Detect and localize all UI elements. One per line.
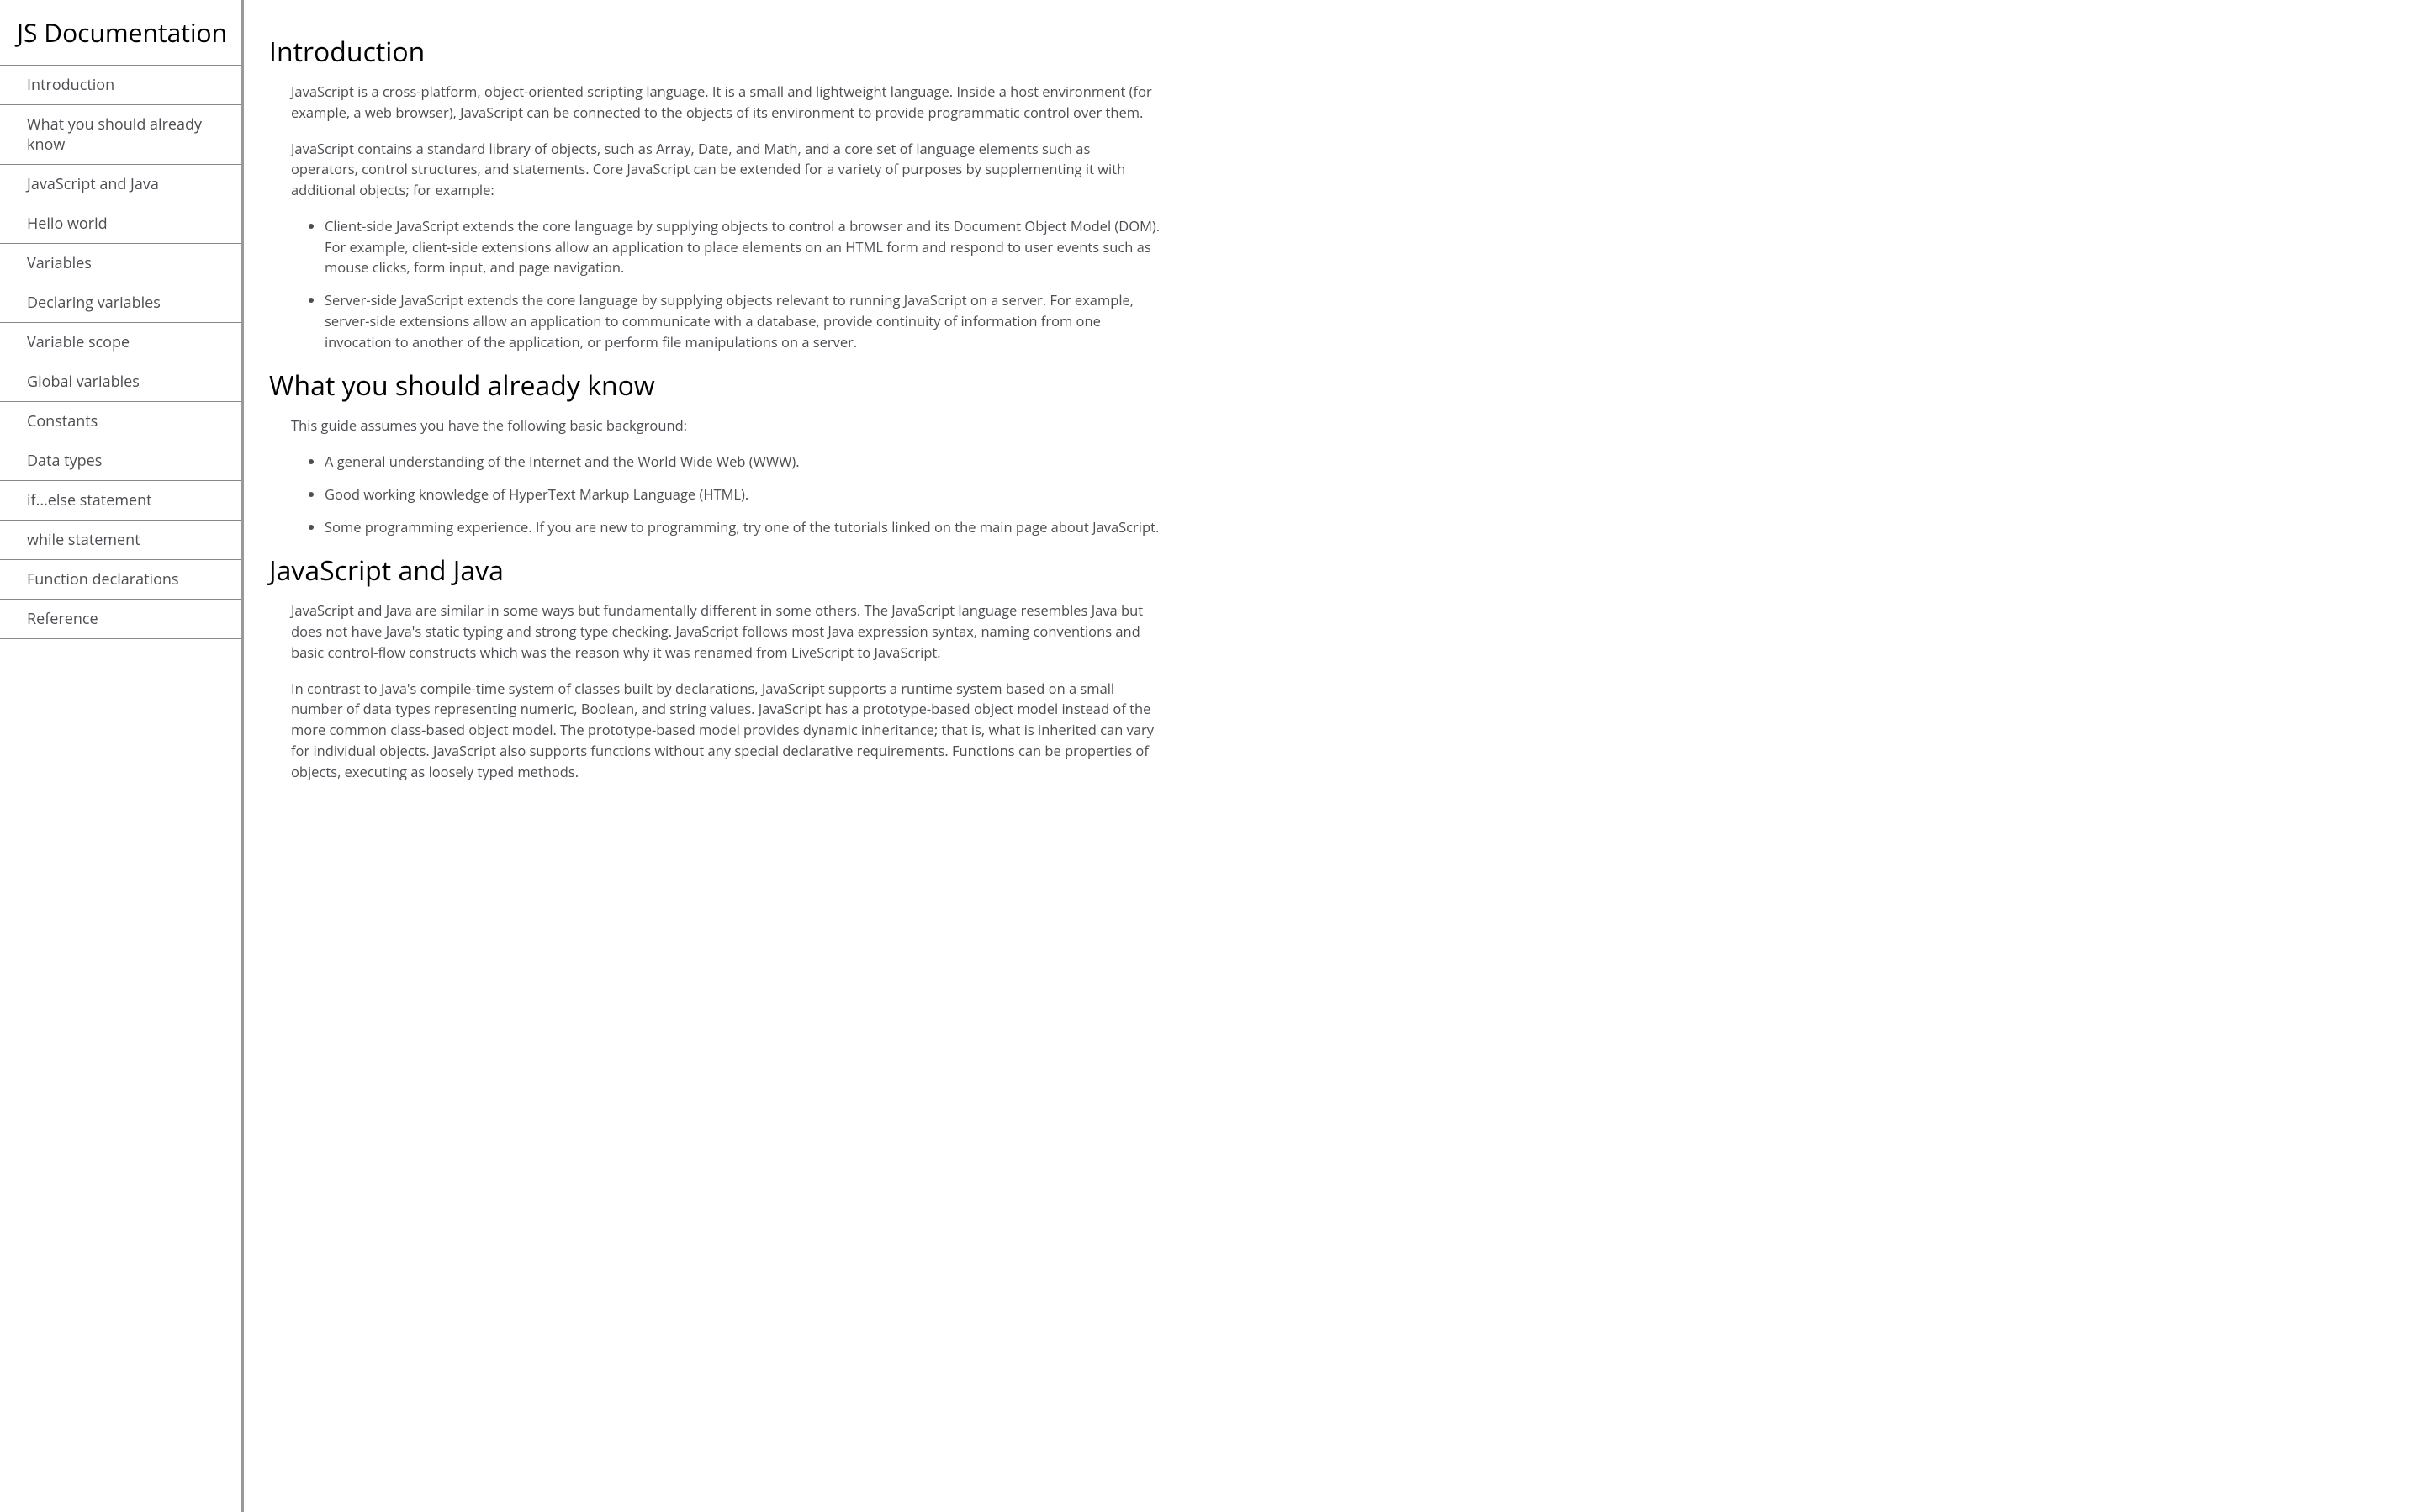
bullet-list: A general understanding of the Internet …: [325, 452, 1161, 537]
nav-link[interactable]: Function declarations: [27, 569, 179, 589]
nav-link[interactable]: What you should already know: [27, 114, 202, 155]
section-javascript-and-java: JavaScript and Java JavaScript and Java …: [269, 552, 1161, 782]
sidebar-item-what-you-should-know[interactable]: What you should already know: [0, 104, 241, 164]
section-what-you-should-know: What you should already know This guide …: [269, 367, 1161, 537]
section-introduction: Introduction JavaScript is a cross-platf…: [269, 34, 1161, 352]
nav-link[interactable]: Global variables: [27, 372, 140, 392]
nav-link[interactable]: Declaring variables: [27, 293, 161, 313]
paragraph: In contrast to Java's compile-time syste…: [291, 679, 1161, 783]
bullet-list: Client-side JavaScript extends the core …: [325, 216, 1161, 353]
list-item: Server-side JavaScript extends the core …: [325, 290, 1161, 352]
sidebar-item-while[interactable]: while statement: [0, 520, 241, 559]
nav-link[interactable]: Variables: [27, 253, 92, 273]
list-item: A general understanding of the Internet …: [325, 452, 1161, 473]
paragraph: JavaScript is a cross-platform, object-o…: [291, 82, 1161, 124]
sidebar-item-hello-world[interactable]: Hello world: [0, 204, 241, 243]
sidebar-item-function-declarations[interactable]: Function declarations: [0, 559, 241, 599]
nav-link[interactable]: JavaScript and Java: [27, 174, 159, 194]
sidebar-item-if-else[interactable]: if...else statement: [0, 480, 241, 520]
nav-link[interactable]: Reference: [27, 609, 98, 629]
section-title: What you should already know: [269, 367, 1161, 404]
nav-link[interactable]: Variable scope: [27, 332, 130, 352]
sidebar-list: Introduction What you should already kno…: [0, 65, 241, 639]
nav-link[interactable]: Constants: [27, 411, 98, 431]
sidebar-item-introduction[interactable]: Introduction: [0, 65, 241, 104]
nav-link[interactable]: Introduction: [27, 75, 114, 95]
sidebar-item-global-variables[interactable]: Global variables: [0, 362, 241, 401]
nav-link[interactable]: Hello world: [27, 214, 108, 234]
nav-link[interactable]: Data types: [27, 451, 102, 471]
sidebar-nav: JS Documentation Introduction What you s…: [0, 0, 244, 1512]
section-title: Introduction: [269, 34, 1161, 70]
sidebar-item-declaring-variables[interactable]: Declaring variables: [0, 283, 241, 322]
list-item: Client-side JavaScript extends the core …: [325, 216, 1161, 278]
paragraph: JavaScript and Java are similar in some …: [291, 600, 1161, 663]
list-item: Some programming experience. If you are …: [325, 517, 1161, 538]
sidebar-item-data-types[interactable]: Data types: [0, 441, 241, 480]
section-title: JavaScript and Java: [269, 552, 1161, 589]
sidebar-item-variables[interactable]: Variables: [0, 243, 241, 283]
sidebar-title: JS Documentation: [0, 0, 241, 65]
paragraph: JavaScript contains a standard library o…: [291, 139, 1161, 201]
nav-link[interactable]: if...else statement: [27, 490, 152, 510]
paragraph: This guide assumes you have the followin…: [291, 415, 1161, 436]
sidebar-item-variable-scope[interactable]: Variable scope: [0, 322, 241, 362]
main-content: Introduction JavaScript is a cross-platf…: [261, 0, 1186, 1512]
sidebar-item-constants[interactable]: Constants: [0, 401, 241, 441]
nav-link[interactable]: while statement: [27, 530, 140, 550]
sidebar-item-javascript-and-java[interactable]: JavaScript and Java: [0, 164, 241, 204]
sidebar-item-reference[interactable]: Reference: [0, 599, 241, 639]
list-item: Good working knowledge of HyperText Mark…: [325, 484, 1161, 505]
